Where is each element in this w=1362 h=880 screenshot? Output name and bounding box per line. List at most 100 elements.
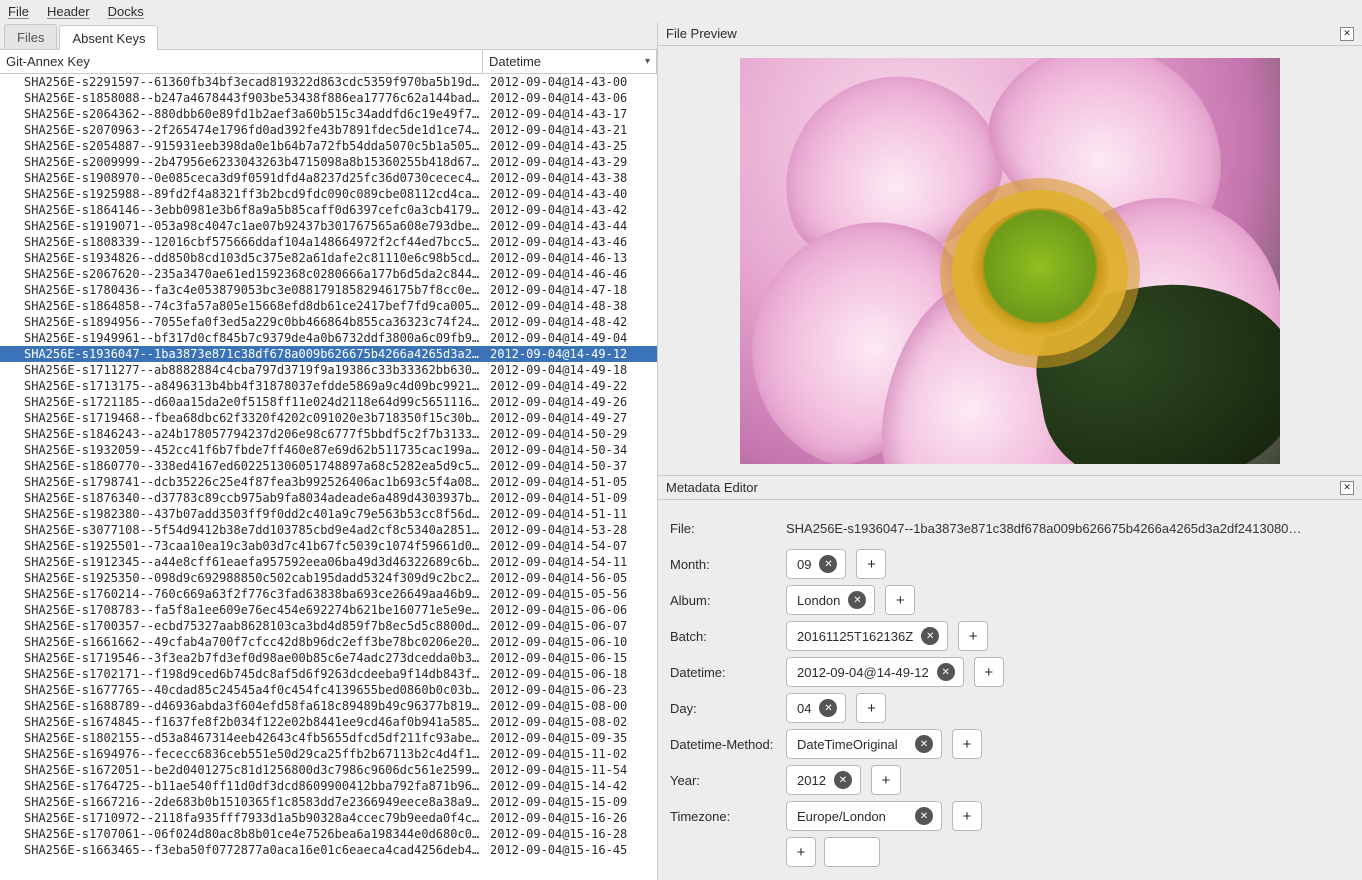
table-row[interactable]: SHA256E-s1925350--098d9c692988850c502cab… <box>0 570 657 586</box>
add-value-button[interactable]: + <box>856 693 886 723</box>
table-row[interactable]: SHA256E-s1864146--3ebb0981e3b6f8a9a5b85c… <box>0 202 657 218</box>
col-key[interactable]: Git-Annex Key <box>0 50 483 73</box>
table-row[interactable]: SHA256E-s1864858--74c3fa57a805e15668efd8… <box>0 298 657 314</box>
table-row[interactable]: SHA256E-s1711277--ab8882884c4cba797d3719… <box>0 362 657 378</box>
table-row[interactable]: SHA256E-s1710972--2118fa935fff7933d1a5b9… <box>0 810 657 826</box>
add-value-button[interactable]: + <box>871 765 901 795</box>
add-value-button[interactable]: + <box>885 585 915 615</box>
table-row[interactable]: SHA256E-s1688789--d46936abda3f604efd58fa… <box>0 698 657 714</box>
table-row[interactable]: SHA256E-s1860770--338ed4167ed60225130605… <box>0 458 657 474</box>
tab-files[interactable]: Files <box>4 24 57 49</box>
table-row[interactable]: SHA256E-s1798741--dcb35226c25e4f87fea3b9… <box>0 474 657 490</box>
table-row[interactable]: SHA256E-s1677765--40cdad85c24545a4f0c454… <box>0 682 657 698</box>
key-body[interactable]: SHA256E-s2291597--61360fb34bf3ecad819322… <box>0 74 657 880</box>
table-row[interactable]: SHA256E-s2070963--2f265474e1796fd0ad392f… <box>0 122 657 138</box>
table-row[interactable]: SHA256E-s1934826--dd850b8cd103d5c375e82a… <box>0 250 657 266</box>
clear-icon[interactable]: ✕ <box>915 807 933 825</box>
meta-row: Year:2012✕+ <box>670 762 1350 798</box>
meta-tag[interactable]: DateTimeOriginal✕ <box>786 729 942 759</box>
row-datetime: 2012-09-04@15-14-42 <box>484 778 657 794</box>
meta-tag[interactable]: 20161125T162136Z✕ <box>786 621 948 651</box>
table-row[interactable]: SHA256E-s1707061--06f024d80ac8b8b01ce4e7… <box>0 826 657 842</box>
table-row[interactable]: SHA256E-s1846243--a24b178057794237d206e9… <box>0 426 657 442</box>
table-row[interactable]: SHA256E-s1925988--89fd2f4a8321ff3b2bcd9f… <box>0 186 657 202</box>
table-row[interactable]: SHA256E-s1661662--49cfab4a700f7cfcc42d8b… <box>0 634 657 650</box>
row-key: SHA256E-s2067620--235a3470ae61ed1592368c… <box>24 266 484 282</box>
meta-tag[interactable]: London✕ <box>786 585 875 615</box>
table-row[interactable]: SHA256E-s1925501--73caa10ea19c3ab03d7c41… <box>0 538 657 554</box>
table-row[interactable]: SHA256E-s2291597--61360fb34bf3ecad819322… <box>0 74 657 90</box>
table-row[interactable]: SHA256E-s1672051--be2d0401275c81d1256800… <box>0 762 657 778</box>
add-value-button[interactable]: + <box>974 657 1004 687</box>
table-row[interactable]: SHA256E-s2054887--915931eeb398da0e1b64b7… <box>0 138 657 154</box>
table-row[interactable]: SHA256E-s1708783--fa5f8a1ee609e76ec454e6… <box>0 602 657 618</box>
table-row[interactable]: SHA256E-s3077108--5f54d9412b38e7dd103785… <box>0 522 657 538</box>
clear-icon[interactable]: ✕ <box>848 591 866 609</box>
row-datetime: 2012-09-04@14-51-11 <box>484 506 657 522</box>
table-row[interactable]: SHA256E-s1808339--12016cbf575666ddaf104a… <box>0 234 657 250</box>
table-row[interactable]: SHA256E-s1780436--fa3c4e053879053bc3e088… <box>0 282 657 298</box>
table-row[interactable]: SHA256E-s1702171--f198d9ced6b745dc8af5d6… <box>0 666 657 682</box>
row-datetime: 2012-09-04@14-49-22 <box>484 378 657 394</box>
table-row[interactable]: SHA256E-s1694976--fececc6836ceb551e50d29… <box>0 746 657 762</box>
table-row[interactable]: SHA256E-s1764725--b11ae540ff11d0df3dcd86… <box>0 778 657 794</box>
new-field-input[interactable] <box>824 837 880 867</box>
table-row[interactable]: SHA256E-s1858088--b247a4678443f903be5343… <box>0 90 657 106</box>
clear-icon[interactable]: ✕ <box>834 771 852 789</box>
add-field-button[interactable]: + <box>786 837 816 867</box>
meta-close-icon[interactable]: ✕ <box>1340 481 1354 495</box>
table-row[interactable]: SHA256E-s1663465--f3eba50f0772877a0aca16… <box>0 842 657 858</box>
row-key: SHA256E-s1700357--ecbd75327aab8628103ca3… <box>24 618 484 634</box>
clear-icon[interactable]: ✕ <box>915 735 933 753</box>
table-row[interactable]: SHA256E-s1908970--0e085ceca3d9f0591dfd4a… <box>0 170 657 186</box>
table-row[interactable]: SHA256E-s1760214--760c669a63f2f776c3fad6… <box>0 586 657 602</box>
table-row[interactable]: SHA256E-s1674845--f1637fe8f2b034f122e02b… <box>0 714 657 730</box>
menu-header[interactable]: Header <box>47 4 90 19</box>
table-row[interactable]: SHA256E-s1719468--fbea68dbc62f3320f4202c… <box>0 410 657 426</box>
table-row[interactable]: SHA256E-s1919071--053a98c4047c1ae07b9243… <box>0 218 657 234</box>
meta-tag[interactable]: Europe/London✕ <box>786 801 942 831</box>
preview-close-icon[interactable]: ✕ <box>1340 27 1354 41</box>
table-row[interactable]: SHA256E-s1876340--d37783c89ccb975ab9fa80… <box>0 490 657 506</box>
table-row[interactable]: SHA256E-s1949961--bf317d0cf845b7c9379de4… <box>0 330 657 346</box>
table-row[interactable]: SHA256E-s1936047--1ba3873e871c38df678a00… <box>0 346 657 362</box>
meta-tag[interactable]: 09✕ <box>786 549 846 579</box>
row-key: SHA256E-s1798741--dcb35226c25e4f87fea3b9… <box>24 474 484 490</box>
clear-icon[interactable]: ✕ <box>819 699 837 717</box>
table-row[interactable]: SHA256E-s1719546--3f3ea2b7fd3ef0d98ae00b… <box>0 650 657 666</box>
table-row[interactable]: SHA256E-s1700357--ecbd75327aab8628103ca3… <box>0 618 657 634</box>
meta-field-label: Datetime: <box>670 665 786 680</box>
meta-tag[interactable]: 2012-09-04@14-49-12✕ <box>786 657 964 687</box>
add-value-button[interactable]: + <box>952 801 982 831</box>
menu-docks[interactable]: Docks <box>108 4 144 19</box>
add-value-button[interactable]: + <box>856 549 886 579</box>
table-row[interactable]: SHA256E-s1667216--2de683b0b1510365f1c858… <box>0 794 657 810</box>
table-row[interactable]: SHA256E-s1721185--d60aa15da2e0f5158ff11e… <box>0 394 657 410</box>
menu-file[interactable]: File <box>8 4 29 19</box>
meta-tag[interactable]: 2012✕ <box>786 765 861 795</box>
row-datetime: 2012-09-04@14-53-28 <box>484 522 657 538</box>
preview-title: File Preview <box>666 26 737 41</box>
clear-icon[interactable]: ✕ <box>937 663 955 681</box>
table-row[interactable]: SHA256E-s2009999--2b47956e6233043263b471… <box>0 154 657 170</box>
row-key: SHA256E-s1677765--40cdad85c24545a4f0c454… <box>24 682 484 698</box>
clear-icon[interactable]: ✕ <box>819 555 837 573</box>
table-row[interactable]: SHA256E-s1894956--7055efa0f3ed5a229c0bb4… <box>0 314 657 330</box>
meta-tag[interactable]: 04✕ <box>786 693 846 723</box>
col-datetime[interactable]: Datetime ▾ <box>483 50 657 73</box>
add-value-button[interactable]: + <box>958 621 988 651</box>
clear-icon[interactable]: ✕ <box>921 627 939 645</box>
table-row[interactable]: SHA256E-s1802155--d53a8467314eeb42643c4f… <box>0 730 657 746</box>
table-row[interactable]: SHA256E-s1932059--452cc41f6b7fbde7ff460e… <box>0 442 657 458</box>
table-row[interactable]: SHA256E-s1912345--a44e8cff61eaefa957592e… <box>0 554 657 570</box>
row-datetime: 2012-09-04@14-49-27 <box>484 410 657 426</box>
row-datetime: 2012-09-04@15-08-00 <box>484 698 657 714</box>
add-value-button[interactable]: + <box>952 729 982 759</box>
table-row[interactable]: SHA256E-s1713175--a8496313b4bb4f31878037… <box>0 378 657 394</box>
table-row[interactable]: SHA256E-s2064362--880dbb60e89fd1b2aef3a6… <box>0 106 657 122</box>
tab-absent[interactable]: Absent Keys <box>59 25 158 50</box>
meta-title-bar: Metadata Editor ✕ <box>658 476 1362 500</box>
row-datetime: 2012-09-04@14-43-44 <box>484 218 657 234</box>
table-row[interactable]: SHA256E-s2067620--235a3470ae61ed1592368c… <box>0 266 657 282</box>
table-row[interactable]: SHA256E-s1982380--437b07add3503ff9f0dd2c… <box>0 506 657 522</box>
